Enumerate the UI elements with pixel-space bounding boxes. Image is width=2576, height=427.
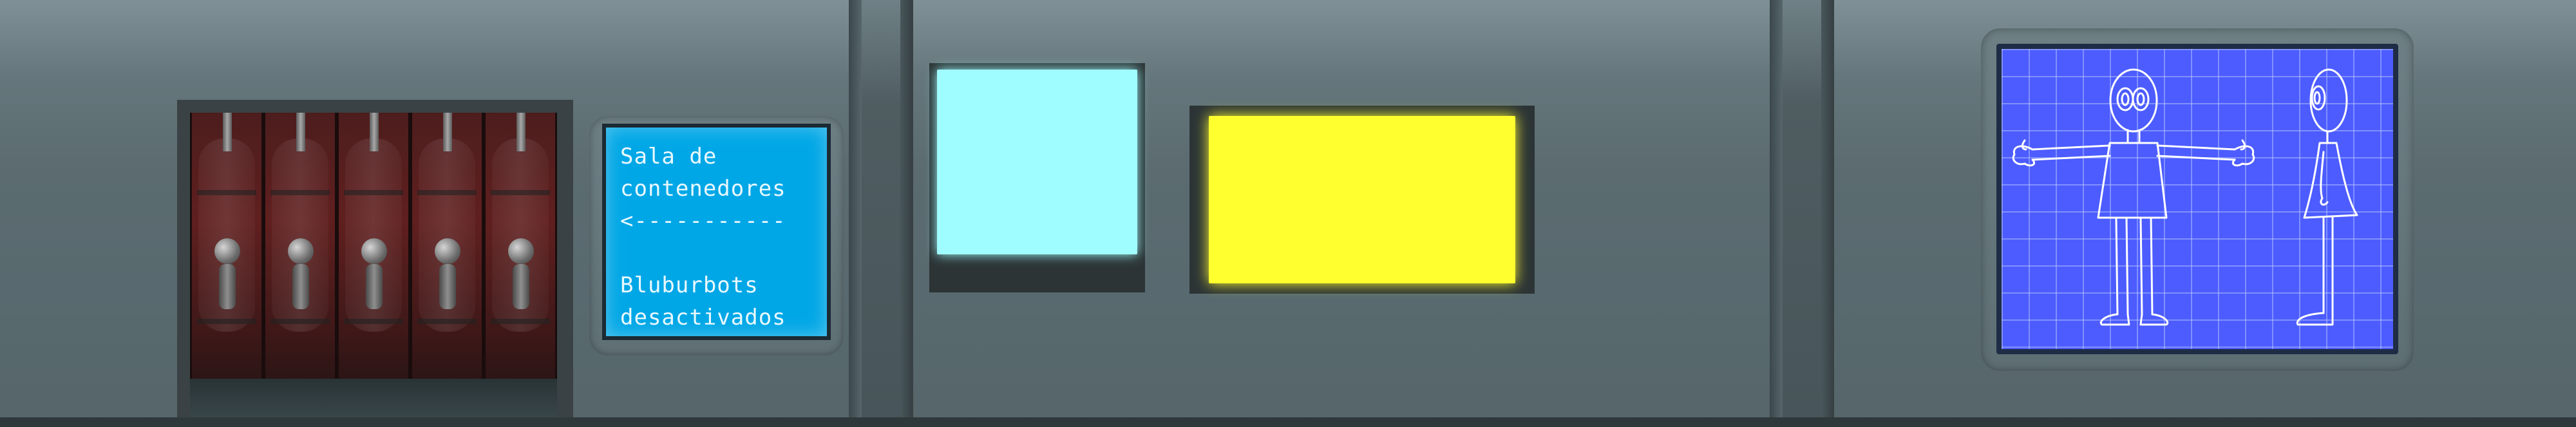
sign-arrow: <----------- [620, 208, 786, 234]
wall-pillar-left [849, 0, 913, 417]
container-pod [263, 113, 337, 383]
container-pod [410, 113, 484, 383]
container-pod [337, 113, 410, 383]
container-room-view [190, 113, 557, 417]
front-view-figure [2012, 68, 2255, 326]
yellow-screen-display [1209, 116, 1515, 283]
yellow-screen[interactable] [1189, 106, 1535, 294]
cyan-screen-display [937, 70, 1137, 254]
cyan-screen[interactable] [929, 63, 1145, 292]
container-pod [190, 113, 263, 383]
wall-pillar-right [1770, 0, 1834, 417]
container-room-sign: Sala de contenedores <----------- Blubur… [602, 124, 831, 340]
sign-title-line1: Sala de [620, 144, 717, 169]
doorway-floor [190, 379, 557, 417]
floor-strip [0, 417, 2576, 427]
container-room-doorway[interactable] [177, 100, 573, 417]
side-view-figure [2296, 68, 2358, 326]
sign-title-line2: contenedores [620, 176, 786, 202]
sign-subtitle-line2: desactivados [620, 305, 786, 330]
blueprint-screen[interactable] [2002, 49, 2393, 349]
container-pod [484, 113, 557, 383]
sign-subtitle-line1: Bluburbots [620, 272, 759, 298]
sign-spacer [620, 237, 813, 269]
